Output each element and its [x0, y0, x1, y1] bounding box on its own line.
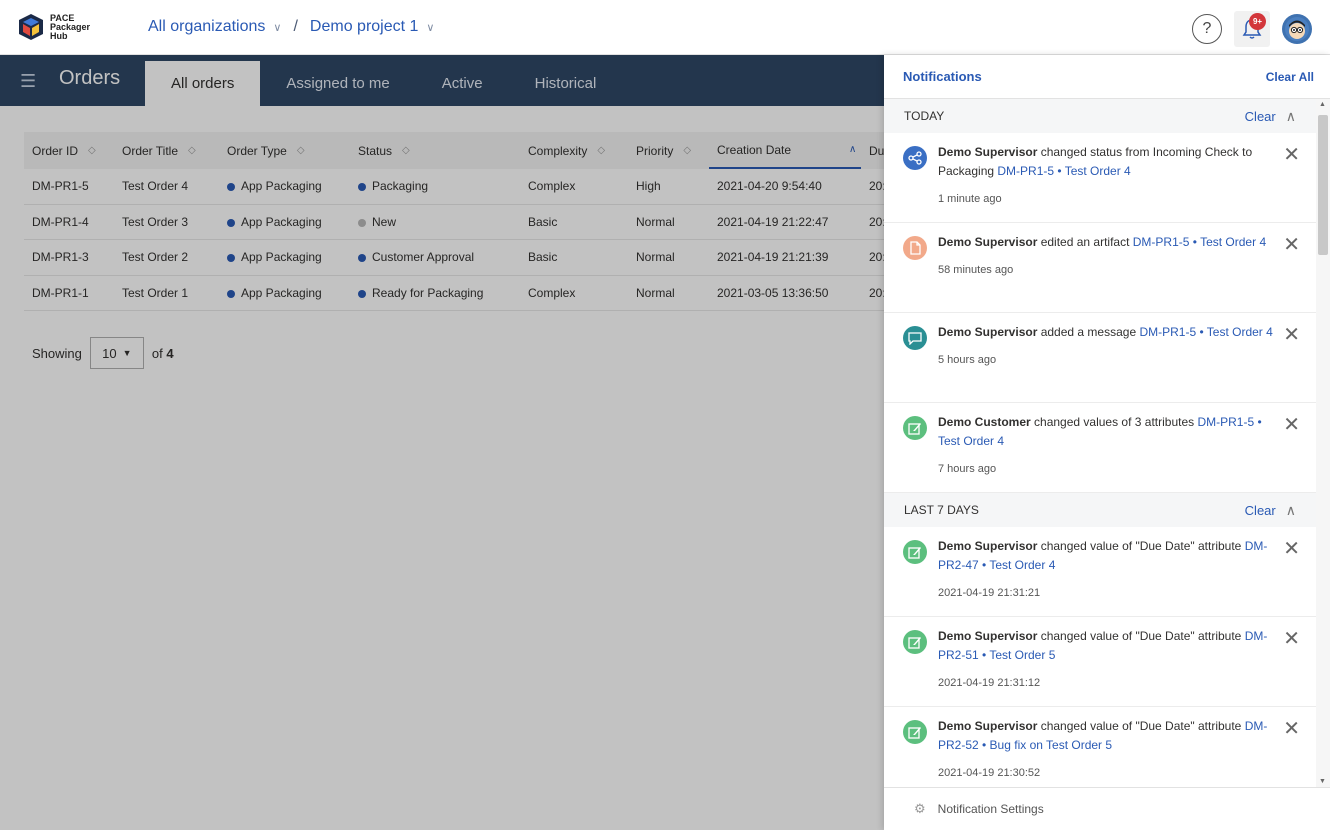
notification-message: Demo Supervisor added a message DM-PR1-5… — [938, 323, 1274, 342]
notification-time: 58 minutes ago — [938, 264, 1014, 276]
dismiss-notification-icon[interactable]: ✕ — [1283, 145, 1300, 165]
scroll-up-arrow-icon[interactable]: ▲ — [1319, 101, 1326, 108]
notification-actor: Demo Supervisor — [938, 145, 1038, 159]
notification-actor: Demo Customer — [938, 415, 1031, 429]
notifications-list: TODAY Clear ∧ Demo Supervisor changed statu… — [884, 99, 1316, 787]
notification-actor: Demo Supervisor — [938, 629, 1038, 643]
message-icon — [903, 326, 927, 350]
header-actions: ? 9+ — [1192, 11, 1312, 47]
clear-section-button[interactable]: Clear — [1245, 503, 1276, 518]
clear-all-button[interactable]: Clear All — [1266, 70, 1314, 84]
notification-actor: Demo Supervisor — [938, 539, 1038, 553]
top-header: PACE Packager Hub All organizations ∨ / … — [0, 0, 1330, 55]
notification-message: Demo Supervisor changed value of "Due Da… — [938, 717, 1274, 755]
notification-order-link[interactable]: DM-PR1-5 • Test Order 4 — [1133, 235, 1266, 249]
notification-message: Demo Supervisor edited an artifact DM-PR… — [938, 233, 1274, 252]
notification-item[interactable]: Demo Supervisor changed value of "Due Da… — [884, 527, 1316, 617]
notification-message: Demo Supervisor changed value of "Due Da… — [938, 537, 1274, 575]
notification-section-header: TODAY Clear ∧ — [884, 99, 1316, 133]
section-label: TODAY — [904, 109, 945, 123]
notification-message: Demo Supervisor changed status from Inco… — [938, 143, 1274, 181]
notification-item[interactable]: Demo Customer changed values of 3 attrib… — [884, 403, 1316, 493]
notification-time: 7 hours ago — [938, 463, 997, 475]
notifications-title: Notifications — [903, 69, 982, 84]
notification-item[interactable]: Demo Supervisor edited an artifact DM-PR… — [884, 223, 1316, 313]
notifications-header: Notifications Clear All — [884, 55, 1330, 99]
chevron-up-icon[interactable]: ∧ — [1286, 502, 1296, 519]
avatar-face-icon — [1285, 17, 1309, 41]
breadcrumb: All organizations ∨ / Demo project 1 ∨ — [148, 18, 434, 36]
notification-section-header: LAST 7 DAYS Clear ∧ — [884, 493, 1316, 527]
app-logo[interactable]: PACE Packager Hub — [18, 13, 148, 41]
notification-item[interactable]: Demo Supervisor changed value of "Due Da… — [884, 617, 1316, 707]
notification-time: 5 hours ago — [938, 354, 997, 366]
notification-message: Demo Customer changed values of 3 attrib… — [938, 413, 1274, 451]
edit-icon — [903, 416, 927, 440]
edit-icon — [903, 540, 927, 564]
dismiss-notification-icon[interactable]: ✕ — [1283, 539, 1300, 559]
notification-text: changed value of "Due Date" attribute — [1037, 629, 1245, 643]
notification-item[interactable]: Demo Supervisor changed value of "Due Da… — [884, 707, 1316, 787]
project-label: Demo project 1 — [309, 18, 419, 35]
share-icon — [903, 146, 927, 170]
edit-icon — [903, 720, 927, 744]
section-label: LAST 7 DAYS — [904, 503, 979, 517]
clear-section-button[interactable]: Clear — [1245, 109, 1276, 124]
notification-text: changed value of "Due Date" attribute — [1037, 719, 1245, 733]
notification-actor: Demo Supervisor — [938, 235, 1038, 249]
notification-order-link[interactable]: DM-PR1-5 • Test Order 4 — [997, 164, 1130, 178]
logo-text: PACE Packager Hub — [50, 13, 90, 41]
notification-time: 1 minute ago — [938, 193, 1002, 205]
notification-item[interactable]: Demo Supervisor changed status from Inco… — [884, 133, 1316, 223]
notification-message: Demo Supervisor changed value of "Due Da… — [938, 627, 1274, 665]
dismiss-notification-icon[interactable]: ✕ — [1283, 235, 1300, 255]
dismiss-notification-icon[interactable]: ✕ — [1283, 719, 1300, 739]
cube-logo-icon — [19, 14, 43, 40]
notification-actor: Demo Supervisor — [938, 325, 1038, 339]
section-actions: Clear ∧ — [1245, 502, 1296, 519]
notification-item[interactable]: Demo Supervisor added a message DM-PR1-5… — [884, 313, 1316, 403]
scroll-down-arrow-icon[interactable]: ▼ — [1319, 778, 1326, 785]
notification-settings-label: Notification Settings — [937, 802, 1044, 816]
notification-actor: Demo Supervisor — [938, 719, 1038, 733]
logo-line-3: Hub — [50, 30, 68, 41]
breadcrumb-separator: / — [293, 18, 298, 35]
section-actions: Clear ∧ — [1245, 108, 1296, 125]
modal-backdrop[interactable] — [0, 55, 884, 830]
project-selector[interactable]: Demo project 1 ∨ — [310, 18, 435, 36]
notification-time: 2021-04-19 21:31:21 — [938, 587, 1041, 599]
document-icon — [903, 236, 927, 260]
notifications-scrollbar[interactable]: ▲ ▼ — [1316, 99, 1330, 787]
notification-text: added a message — [1037, 325, 1140, 339]
notification-time: 2021-04-19 21:30:52 — [938, 767, 1041, 779]
notifications-panel: Notifications Clear All TODAY Clear ∧ Demo … — [884, 55, 1330, 830]
help-icon[interactable]: ? — [1192, 14, 1222, 44]
user-avatar[interactable] — [1282, 14, 1312, 44]
dismiss-notification-icon[interactable]: ✕ — [1283, 415, 1300, 435]
gear-icon: ⚙ — [914, 801, 926, 816]
edit-icon — [903, 630, 927, 654]
dismiss-notification-icon[interactable]: ✕ — [1283, 325, 1300, 345]
notification-text: edited an artifact — [1037, 235, 1133, 249]
notifications-button[interactable]: 9+ — [1234, 11, 1270, 47]
notification-settings-link[interactable]: ⚙ Notification Settings — [884, 787, 1330, 830]
notification-order-link[interactable]: DM-PR1-5 • Test Order 4 — [1139, 325, 1272, 339]
notification-text: changed values of 3 attributes — [1030, 415, 1198, 429]
org-label: All organizations — [148, 18, 266, 35]
chevron-up-icon[interactable]: ∧ — [1286, 108, 1296, 125]
notification-text: changed value of "Due Date" attribute — [1037, 539, 1245, 553]
notification-time: 2021-04-19 21:31:12 — [938, 677, 1041, 689]
scrollbar-thumb[interactable] — [1318, 115, 1328, 255]
org-selector[interactable]: All organizations ∨ — [148, 18, 281, 36]
chevron-down-icon: ∨ — [426, 21, 435, 34]
notification-count-badge: 9+ — [1249, 13, 1266, 30]
chevron-down-icon: ∨ — [273, 21, 282, 34]
dismiss-notification-icon[interactable]: ✕ — [1283, 629, 1300, 649]
